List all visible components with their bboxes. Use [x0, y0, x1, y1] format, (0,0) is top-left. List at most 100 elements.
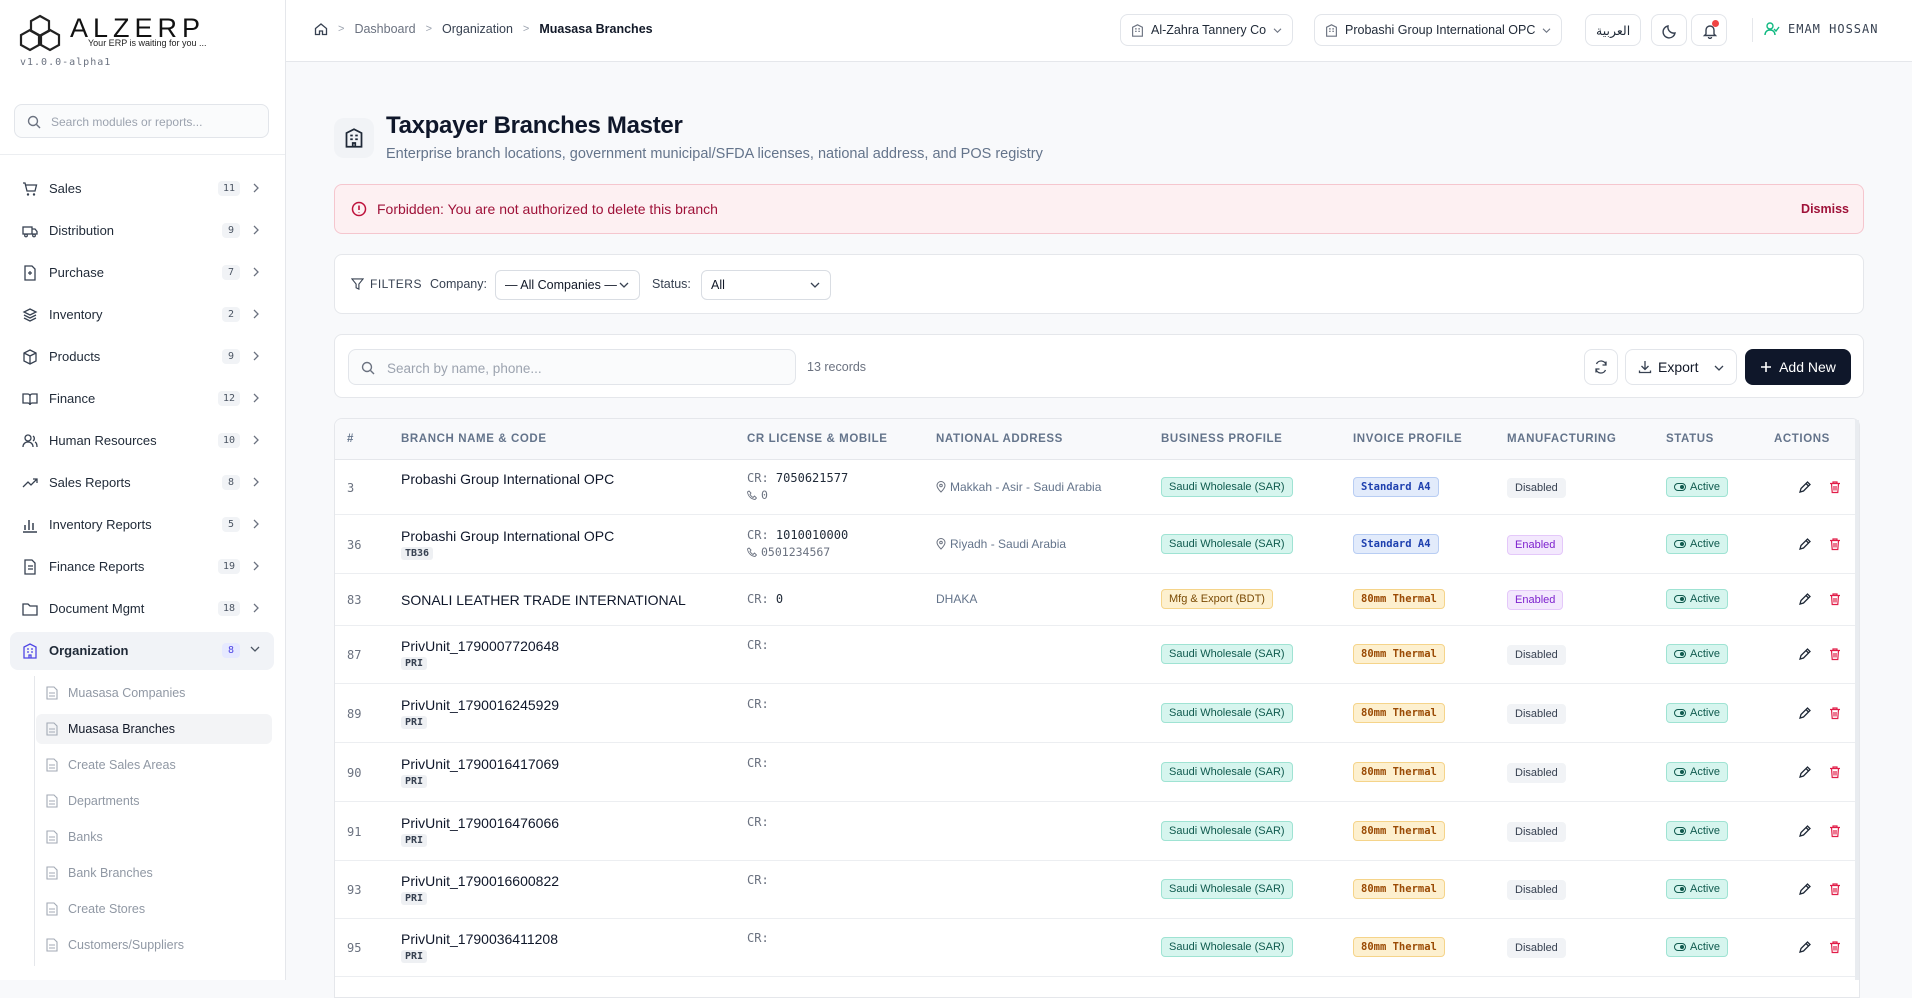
table-row[interactable]: 91 PrivUnit_1790016476066 PRI CR: Saudi … — [335, 802, 1859, 861]
sidebar-subitem-label: Departments — [68, 794, 140, 808]
delete-icon[interactable] — [1828, 824, 1842, 838]
sidebar-subitem-customers-suppliers[interactable]: Customers/Suppliers — [36, 930, 272, 960]
language-toggle[interactable]: العربية — [1585, 14, 1642, 46]
edit-icon[interactable] — [1798, 706, 1812, 720]
status-badge: Active — [1666, 589, 1728, 609]
table-row[interactable]: 89 PrivUnit_1790016245929 PRI CR: Saudi … — [335, 684, 1859, 743]
edit-icon[interactable] — [1798, 647, 1812, 661]
edit-icon[interactable] — [1798, 592, 1812, 606]
delete-icon[interactable] — [1828, 706, 1842, 720]
branch-name[interactable]: PrivUnit_1790016600822 — [401, 873, 559, 889]
delete-icon[interactable] — [1828, 882, 1842, 896]
add-new-button[interactable]: Add New — [1745, 349, 1851, 385]
notifications-button[interactable] — [1691, 14, 1727, 46]
chevron-right-icon — [253, 225, 259, 235]
sidebar-subitem-muasasa-companies[interactable]: Muasasa Companies — [36, 678, 272, 708]
sidebar-subitem-create-sales-areas[interactable]: Create Sales Areas — [36, 750, 272, 780]
branch-name[interactable]: PrivUnit_1790007720648 — [401, 638, 559, 654]
address-cell: Makkah - Asir - Saudi Arabia — [936, 480, 1101, 494]
status-filter-select[interactable]: All — [701, 270, 831, 300]
delete-icon[interactable] — [1828, 592, 1842, 606]
column-header-branch[interactable]: BRANCH NAME & CODE — [401, 433, 547, 445]
delete-icon[interactable] — [1828, 537, 1842, 551]
sidebar-item-organization[interactable]: Organization 8 — [10, 632, 274, 670]
branch-name[interactable]: Probashi Group International OPC — [401, 471, 614, 487]
business-profile-badge: Mfg & Export (BDT) — [1161, 589, 1273, 609]
table-row[interactable]: 90 PrivUnit_1790016417069 PRI CR: Saudi … — [335, 743, 1859, 802]
column-header-invoice-profile[interactable]: INVOICE PROFILE — [1353, 433, 1462, 445]
sidebar-item-distribution[interactable]: Distribution 9 — [10, 212, 274, 250]
sidebar-item-label: Finance — [49, 391, 96, 406]
delete-icon[interactable] — [1828, 940, 1842, 954]
edit-icon[interactable] — [1798, 882, 1812, 896]
sidebar-subitem-departments[interactable]: Departments — [36, 786, 272, 816]
table-row[interactable]: 95 PrivUnit_1790036411208 PRI CR: Saudi … — [335, 919, 1859, 977]
edit-icon[interactable] — [1798, 824, 1812, 838]
edit-icon[interactable] — [1798, 480, 1812, 494]
branch-name[interactable]: PrivUnit_1790016417069 — [401, 756, 559, 772]
sidebar-item-inventory[interactable]: Inventory 2 — [10, 296, 274, 334]
cr-prefix: CR: — [747, 592, 769, 606]
table-row[interactable]: 36 Probashi Group International OPC TB36… — [335, 515, 1859, 574]
branch-name[interactable]: PrivUnit_1790036411208 — [401, 931, 558, 947]
edit-icon[interactable] — [1798, 940, 1812, 954]
breadcrumb-organization[interactable]: Organization — [442, 22, 513, 36]
column-header-manufacturing[interactable]: MANUFACTURING — [1507, 433, 1616, 445]
branch-name[interactable]: Probashi Group International OPC — [401, 528, 614, 544]
sidebar-subitem-label: Create Stores — [68, 902, 146, 916]
dismiss-button[interactable]: Dismiss — [1801, 202, 1849, 216]
trend-icon — [22, 478, 38, 488]
column-header-business-profile[interactable]: BUSINESS PROFILE — [1161, 433, 1282, 445]
sidebar-subitem-create-stores[interactable]: Create Stores — [36, 894, 272, 924]
table-search-input[interactable]: Search by name, phone... — [348, 349, 796, 385]
sidebar-item-document-mgmt[interactable]: Document Mgmt 18 — [10, 590, 274, 628]
sidebar-item-count: 18 — [217, 601, 240, 616]
delete-icon[interactable] — [1828, 765, 1842, 779]
column-header-address[interactable]: NATIONAL ADDRESS — [936, 433, 1063, 445]
row-actions — [1798, 940, 1842, 954]
sidebar-item-count: 12 — [217, 391, 240, 406]
sidebar-subitem-bank-branches[interactable]: Bank Branches — [36, 858, 272, 888]
sidebar-subitem-muasasa-branches[interactable]: Muasasa Branches — [36, 714, 272, 744]
delete-icon[interactable] — [1828, 480, 1842, 494]
edit-icon[interactable] — [1798, 765, 1812, 779]
table-scrollbar[interactable] — [1855, 420, 1859, 980]
chevron-down-icon — [619, 282, 629, 288]
table-row[interactable]: 3 Probashi Group International OPC CR: 7… — [335, 460, 1859, 515]
brand-logo[interactable]: ALZERP Your ERP is waiting for you ... v… — [18, 12, 218, 72]
table-row[interactable]: 83 SONALI LEATHER TRADE INTERNATIONAL CR… — [335, 574, 1859, 626]
cr-prefix: CR: — [747, 756, 769, 770]
table-row[interactable]: 87 PrivUnit_1790007720648 PRI CR: Saudi … — [335, 626, 1859, 684]
breadcrumb-dashboard[interactable]: Dashboard — [354, 22, 415, 36]
theme-toggle-button[interactable] — [1651, 14, 1687, 46]
business-profile-badge: Saudi Wholesale (SAR) — [1161, 762, 1293, 782]
branch-name[interactable]: PrivUnit_1790016245929 — [401, 697, 559, 713]
refresh-button[interactable] — [1584, 349, 1618, 385]
branch-name[interactable]: PrivUnit_1790016476066 — [401, 815, 559, 831]
table-row[interactable]: 93 PrivUnit_1790016600822 PRI CR: Saudi … — [335, 861, 1859, 919]
home-icon[interactable] — [314, 22, 328, 36]
sidebar-item-finance[interactable]: Finance 12 — [10, 380, 274, 418]
delete-icon[interactable] — [1828, 647, 1842, 661]
edit-icon[interactable] — [1798, 537, 1812, 551]
sidebar-item-finance-reports[interactable]: Finance Reports 19 — [10, 548, 274, 586]
sidebar-subitem-banks[interactable]: Banks — [36, 822, 272, 852]
module-search-input[interactable]: Search modules or reports... — [14, 104, 269, 138]
sidebar-item-sales[interactable]: Sales 11 — [10, 170, 274, 208]
sidebar-item-sales-reports[interactable]: Sales Reports 8 — [10, 464, 274, 502]
sidebar-item-products[interactable]: Products 9 — [10, 338, 274, 376]
sidebar-item-human-resources[interactable]: Human Resources 10 — [10, 422, 274, 460]
row-actions — [1798, 824, 1842, 838]
column-header-cr[interactable]: CR LICENSE & MOBILE — [747, 433, 887, 445]
company-selector[interactable]: Al-Zahra Tannery Co — [1120, 14, 1294, 46]
branch-selector[interactable]: Probashi Group International OPC — [1314, 14, 1563, 46]
sidebar-item-purchase[interactable]: Purchase 7 — [10, 254, 274, 292]
export-button[interactable]: Export — [1625, 349, 1737, 385]
user-menu[interactable]: EMAM HOSSAN — [1764, 21, 1878, 37]
sidebar-divider — [0, 154, 285, 155]
branch-name-cell: PrivUnit_1790036411208 PRI — [401, 931, 558, 963]
branch-name[interactable]: SONALI LEATHER TRADE INTERNATIONAL — [401, 592, 686, 608]
sidebar-item-inventory-reports[interactable]: Inventory Reports 5 — [10, 506, 274, 544]
company-filter-select[interactable]: — All Companies — — [495, 270, 640, 300]
column-header-status[interactable]: STATUS — [1666, 433, 1714, 445]
